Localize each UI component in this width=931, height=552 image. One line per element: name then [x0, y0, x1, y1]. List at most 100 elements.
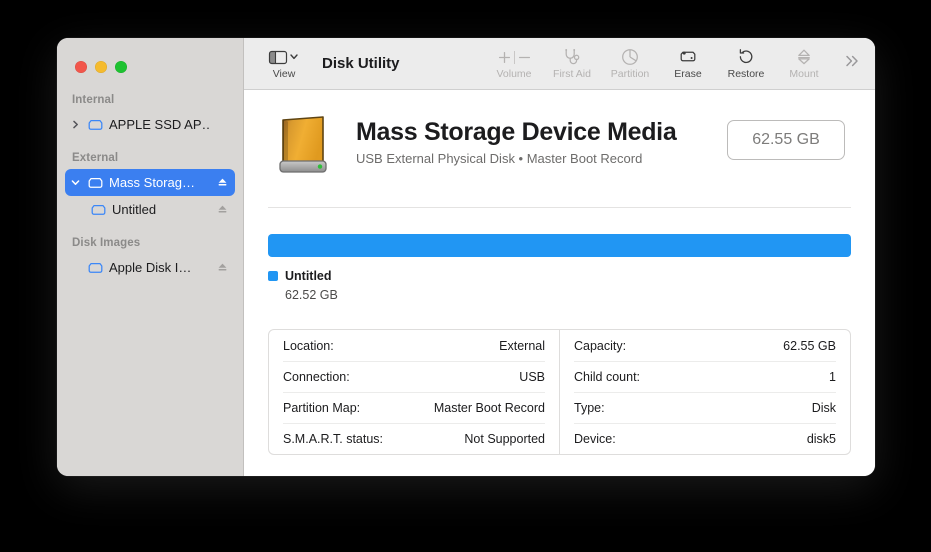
eject-icon: [216, 119, 228, 131]
toolbar-label-partition: Partition: [610, 68, 650, 80]
toolbar-label-mount: Mount: [789, 68, 819, 80]
disk-info-table: Location: External Connection: USB Partition…: [268, 329, 851, 455]
eject-mount-icon: [796, 47, 812, 67]
header-divider: [268, 207, 851, 208]
sidebar-item-mass-storag[interactable]: Mass Storag…: [65, 169, 235, 196]
sidebar-item-label: Mass Storag…: [109, 175, 195, 190]
toolbar-actions: Volume First Aid Partition Erase Restore…: [485, 42, 875, 86]
info-key: Child count:: [574, 370, 641, 384]
legend-color-swatch: [268, 271, 278, 281]
view-button[interactable]: View: [258, 42, 310, 86]
eject-icon[interactable]: [216, 262, 228, 274]
sidebar-item-untitled[interactable]: Untitled: [65, 196, 235, 223]
info-value: disk5: [806, 432, 836, 446]
toolbar-item-mount[interactable]: Mount: [775, 42, 833, 86]
info-key: S.M.A.R.T. status:: [283, 432, 384, 446]
info-key: Location:: [283, 338, 334, 353]
usage-segment[interactable]: [268, 234, 851, 257]
info-row: Device: disk5: [574, 423, 836, 454]
info-row: Type: Disk: [574, 392, 836, 423]
app-title: Disk Utility: [322, 55, 400, 72]
sidebar-section-title: External: [72, 152, 119, 164]
volume-drive-icon: [90, 201, 107, 218]
sidebar-section-title: Internal: [72, 94, 115, 106]
info-column-left: Location: External Connection: USB Partition…: [269, 330, 559, 454]
info-value: Disk: [811, 401, 836, 415]
info-row: S.M.A.R.T. status: Not Supported: [283, 423, 545, 454]
sidebar-item-label: Untitled: [112, 202, 157, 217]
toolbar-item-volume[interactable]: Volume: [485, 42, 543, 86]
info-key: Type:: [574, 401, 605, 415]
disk-titles: Mass Storage Device Media USB External P…: [356, 112, 709, 166]
toolbar: View Disk Utility Volume First Aid Parti…: [244, 38, 875, 90]
right-pane: View Disk Utility Volume First Aid Parti…: [244, 38, 875, 476]
sidebar-item-apple-disk-i[interactable]: Apple Disk I…: [65, 254, 235, 281]
sidebar-section-title: Disk Images: [72, 237, 141, 249]
toolbar-label-first-aid: First Aid: [553, 68, 591, 80]
disk-utility-window: Internal APPLE SSD AP… External Mass Storag…: [57, 38, 875, 476]
capacity-badge: 62.55 GB: [727, 120, 845, 160]
screen: Internal APPLE SSD AP… External Mass Storag…: [0, 0, 931, 552]
toolbar-item-restore[interactable]: Restore: [717, 42, 775, 86]
content-area: Mass Storage Device Media USB External P…: [244, 90, 875, 476]
sidebar-sections: Internal APPLE SSD AP… External Mass Storag…: [57, 79, 243, 281]
info-value: External: [499, 338, 545, 353]
info-value: 1: [829, 370, 836, 384]
sidebar-item-label: APPLE SSD AP…: [109, 117, 211, 132]
info-row: Child count: 1: [574, 361, 836, 392]
sidebar-item-label: Apple Disk I…: [109, 260, 192, 275]
info-row: Partition Map: Master Boot Record: [283, 392, 545, 423]
capacity-usage-bar[interactable]: [268, 234, 851, 257]
info-row: Connection: USB: [283, 361, 545, 392]
sidebar-section-disk-images: Disk Images Apple Disk I…: [57, 237, 243, 281]
double-chevron-right-icon: [843, 54, 861, 73]
traffic-lights: [57, 38, 243, 79]
eject-icon[interactable]: [216, 204, 228, 216]
external-drive-icon: [87, 174, 104, 191]
info-row: Capacity: 62.55 GB: [574, 330, 836, 361]
disk-header: Mass Storage Device Media USB External P…: [268, 90, 851, 178]
legend-volume-size: 62.52 GB: [285, 288, 338, 302]
toolbar-item-partition[interactable]: Partition: [601, 42, 659, 86]
maximize-button[interactable]: [115, 61, 127, 73]
sidebar: Internal APPLE SSD AP… External Mass Storag…: [57, 38, 244, 476]
toolbar-label-erase: Erase: [674, 68, 702, 80]
info-row: Location: External: [283, 330, 545, 361]
minimize-button[interactable]: [95, 61, 107, 73]
disk-subtitle: USB External Physical Disk • Master Boot…: [356, 151, 643, 166]
stethoscope-icon: [563, 47, 582, 67]
close-button[interactable]: [75, 61, 87, 73]
sidebar-section-external: External Mass Storag… Untitled: [57, 152, 243, 223]
info-value: USB: [519, 370, 545, 384]
usage-legend: Untitled 62.52 GB: [268, 269, 851, 302]
info-key: Partition Map:: [283, 401, 361, 415]
disk-name: Mass Storage Device Media: [356, 118, 677, 146]
sidebar-toggle-icon: [268, 47, 300, 67]
view-label: View: [272, 68, 296, 80]
info-value: Not Supported: [464, 432, 545, 446]
pie-chart-icon: [621, 47, 639, 67]
legend-entry: Untitled 62.52 GB: [268, 269, 851, 302]
toolbar-label-restore: Restore: [727, 68, 765, 80]
chevron-down-icon[interactable]: [69, 176, 82, 189]
info-key: Capacity:: [574, 338, 627, 353]
restore-arrow-icon: [737, 47, 755, 67]
plus-minus-icon: [498, 47, 531, 67]
toolbar-item-first-aid[interactable]: First Aid: [543, 42, 601, 86]
toolbar-item-erase[interactable]: Erase: [659, 42, 717, 86]
eject-icon[interactable]: [216, 177, 228, 189]
legend-volume-name: Untitled: [285, 269, 332, 283]
toolbar-overflow-button[interactable]: [833, 42, 871, 86]
external-hard-drive-icon: [268, 112, 338, 178]
info-key: Device:: [574, 432, 616, 446]
window-body: Internal APPLE SSD AP… External Mass Storag…: [57, 38, 875, 476]
info-value: 62.55 GB: [783, 338, 836, 353]
info-value: Master Boot Record: [433, 401, 545, 415]
sidebar-item-apple-ssd-ap[interactable]: APPLE SSD AP…: [65, 111, 235, 138]
sidebar-section-internal: Internal APPLE SSD AP…: [57, 94, 243, 138]
chevron-right-icon[interactable]: [69, 118, 82, 131]
info-key: Connection:: [283, 370, 350, 384]
info-column-right: Capacity: 62.55 GB Child count: 1 Type: Disk D…: [559, 330, 850, 454]
toolbar-label-volume: Volume: [496, 68, 532, 80]
erase-disk-icon: [678, 47, 698, 67]
